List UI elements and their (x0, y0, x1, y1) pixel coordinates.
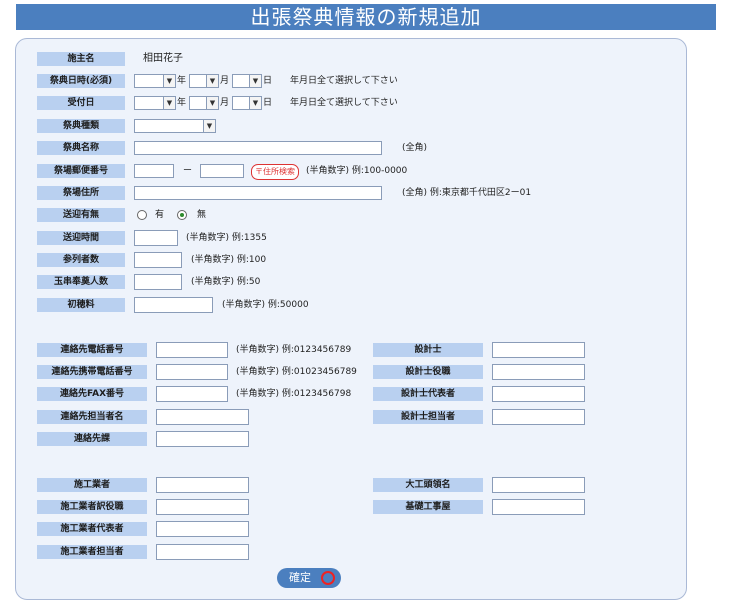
chevron-down-icon: ▼ (206, 97, 218, 109)
day-unit: 日 (263, 98, 273, 108)
postal-dash: ー (183, 166, 193, 176)
received-month-select[interactable]: ▼ (189, 96, 219, 110)
postal-label: 祭場郵便番号 (37, 164, 125, 178)
festival-day-select[interactable]: ▼ (232, 74, 262, 88)
first-fee-input[interactable] (134, 297, 213, 313)
foundation-label: 基礎工事屋 (373, 500, 483, 514)
chevron-down-icon: ▼ (206, 75, 218, 87)
shuttle-no-label: 無 (197, 210, 207, 220)
tamagushi-label: 玉串奉奠人数 (37, 275, 125, 289)
festival-name-label: 祭典名称 (37, 141, 125, 155)
festival-type-select[interactable]: ▼ (134, 119, 216, 133)
contact-mobile-label: 連絡先携帯電話番号 (37, 365, 147, 379)
designer-role-label: 設計士役職 (373, 365, 483, 379)
sponsor-value: 相田花子 (143, 53, 183, 64)
carpenter-label: 大工頭領名 (373, 478, 483, 492)
tamagushi-hint: (半角数字) 例:50 (191, 277, 261, 287)
sponsor-label: 施主名 (37, 52, 125, 66)
received-day-select[interactable]: ▼ (232, 96, 262, 110)
contact-mobile-input[interactable] (156, 364, 228, 380)
shuttle-no-radio[interactable] (177, 210, 187, 220)
designer-person-input[interactable] (492, 409, 585, 425)
builder-role-input[interactable] (156, 499, 249, 515)
day-unit: 日 (263, 76, 273, 86)
first-fee-label: 初穂料 (37, 298, 125, 312)
tamagushi-input[interactable] (134, 274, 182, 290)
festival-month-select[interactable]: ▼ (189, 74, 219, 88)
address-input[interactable] (134, 186, 382, 200)
shuttle-yes-radio[interactable] (137, 210, 147, 220)
builder-person-input[interactable] (156, 544, 249, 560)
builder-label: 施工業者 (37, 478, 147, 492)
chevron-down-icon: ▼ (249, 75, 261, 87)
designer-rep-input[interactable] (492, 386, 585, 402)
contact-person-input[interactable] (156, 409, 249, 425)
confirm-button[interactable]: 確定 (277, 568, 341, 588)
foundation-input[interactable] (492, 499, 585, 515)
festival-type-label: 祭典種類 (37, 119, 125, 133)
chevron-down-icon: ▼ (249, 97, 261, 109)
attendees-label: 参列者数 (37, 253, 125, 267)
postal-hint: (半角数字) 例:100-0000 (306, 166, 408, 176)
chevron-down-icon: ▼ (203, 120, 215, 132)
page-title: 出張祭典情報の新規追加 (16, 4, 716, 30)
builder-role-label: 施工業者訳役職 (37, 500, 147, 514)
first-fee-hint: (半角数字) 例:50000 (222, 300, 309, 310)
designer-input[interactable] (492, 342, 585, 358)
shuttle-time-input[interactable] (134, 230, 178, 246)
shuttle-yes-label: 有 (155, 210, 165, 220)
contact-dept-label: 連絡先課 (37, 432, 147, 446)
builder-input[interactable] (156, 477, 249, 493)
year-unit: 年 (177, 98, 187, 108)
month-unit: 月 (220, 98, 230, 108)
postal-first-input[interactable] (134, 164, 174, 178)
address-label: 祭場住所 (37, 186, 125, 200)
received-year-select[interactable]: ▼ (134, 96, 176, 110)
contact-fax-label: 連絡先FAX番号 (37, 387, 147, 401)
contact-phone-label: 連絡先電話番号 (37, 343, 147, 357)
builder-rep-input[interactable] (156, 521, 249, 537)
contact-phone-input[interactable] (156, 342, 228, 358)
postal-second-input[interactable] (200, 164, 244, 178)
year-unit: 年 (177, 76, 187, 86)
postal-search-button[interactable]: 〒住所検索 (251, 164, 299, 180)
designer-role-input[interactable] (492, 364, 585, 380)
chevron-down-icon: ▼ (163, 97, 175, 109)
contact-mobile-hint: (半角数字) 例:01023456789 (236, 367, 357, 377)
festival-year-select[interactable]: ▼ (134, 74, 176, 88)
attendees-input[interactable] (134, 252, 182, 268)
festival-name-input[interactable] (134, 141, 382, 155)
contact-fax-input[interactable] (156, 386, 228, 402)
carpenter-input[interactable] (492, 477, 585, 493)
shuttle-time-label: 送迎時間 (37, 231, 125, 245)
contact-fax-hint: (半角数字) 例:0123456798 (236, 389, 352, 399)
designer-rep-label: 設計士代表者 (373, 387, 483, 401)
circle-icon (321, 571, 335, 585)
fullwidth-hint: (全角) (402, 143, 428, 153)
designer-label: 設計士 (373, 343, 483, 357)
builder-rep-label: 施工業者代表者 (37, 522, 147, 536)
builder-person-label: 施工業者担当者 (37, 545, 147, 559)
designer-person-label: 設計士担当者 (373, 410, 483, 424)
address-hint: (全角) 例:東京都千代田区2ー01 (402, 188, 532, 198)
contact-person-label: 連絡先担当者名 (37, 410, 147, 424)
date-hint: 年月日全て選択して下さい (290, 76, 398, 86)
contact-dept-input[interactable] (156, 431, 249, 447)
chevron-down-icon: ▼ (163, 75, 175, 87)
received-date-label: 受付日 (37, 96, 125, 110)
date-hint: 年月日全て選択して下さい (290, 98, 398, 108)
month-unit: 月 (220, 76, 230, 86)
shuttle-label: 送迎有無 (37, 208, 125, 222)
festival-date-label: 祭典日時(必須) (37, 74, 125, 88)
shuttle-time-hint: (半角数字) 例:1355 (186, 233, 267, 243)
confirm-button-label: 確定 (289, 571, 311, 584)
attendees-hint: (半角数字) 例:100 (191, 255, 267, 265)
contact-phone-hint: (半角数字) 例:0123456789 (236, 345, 352, 355)
